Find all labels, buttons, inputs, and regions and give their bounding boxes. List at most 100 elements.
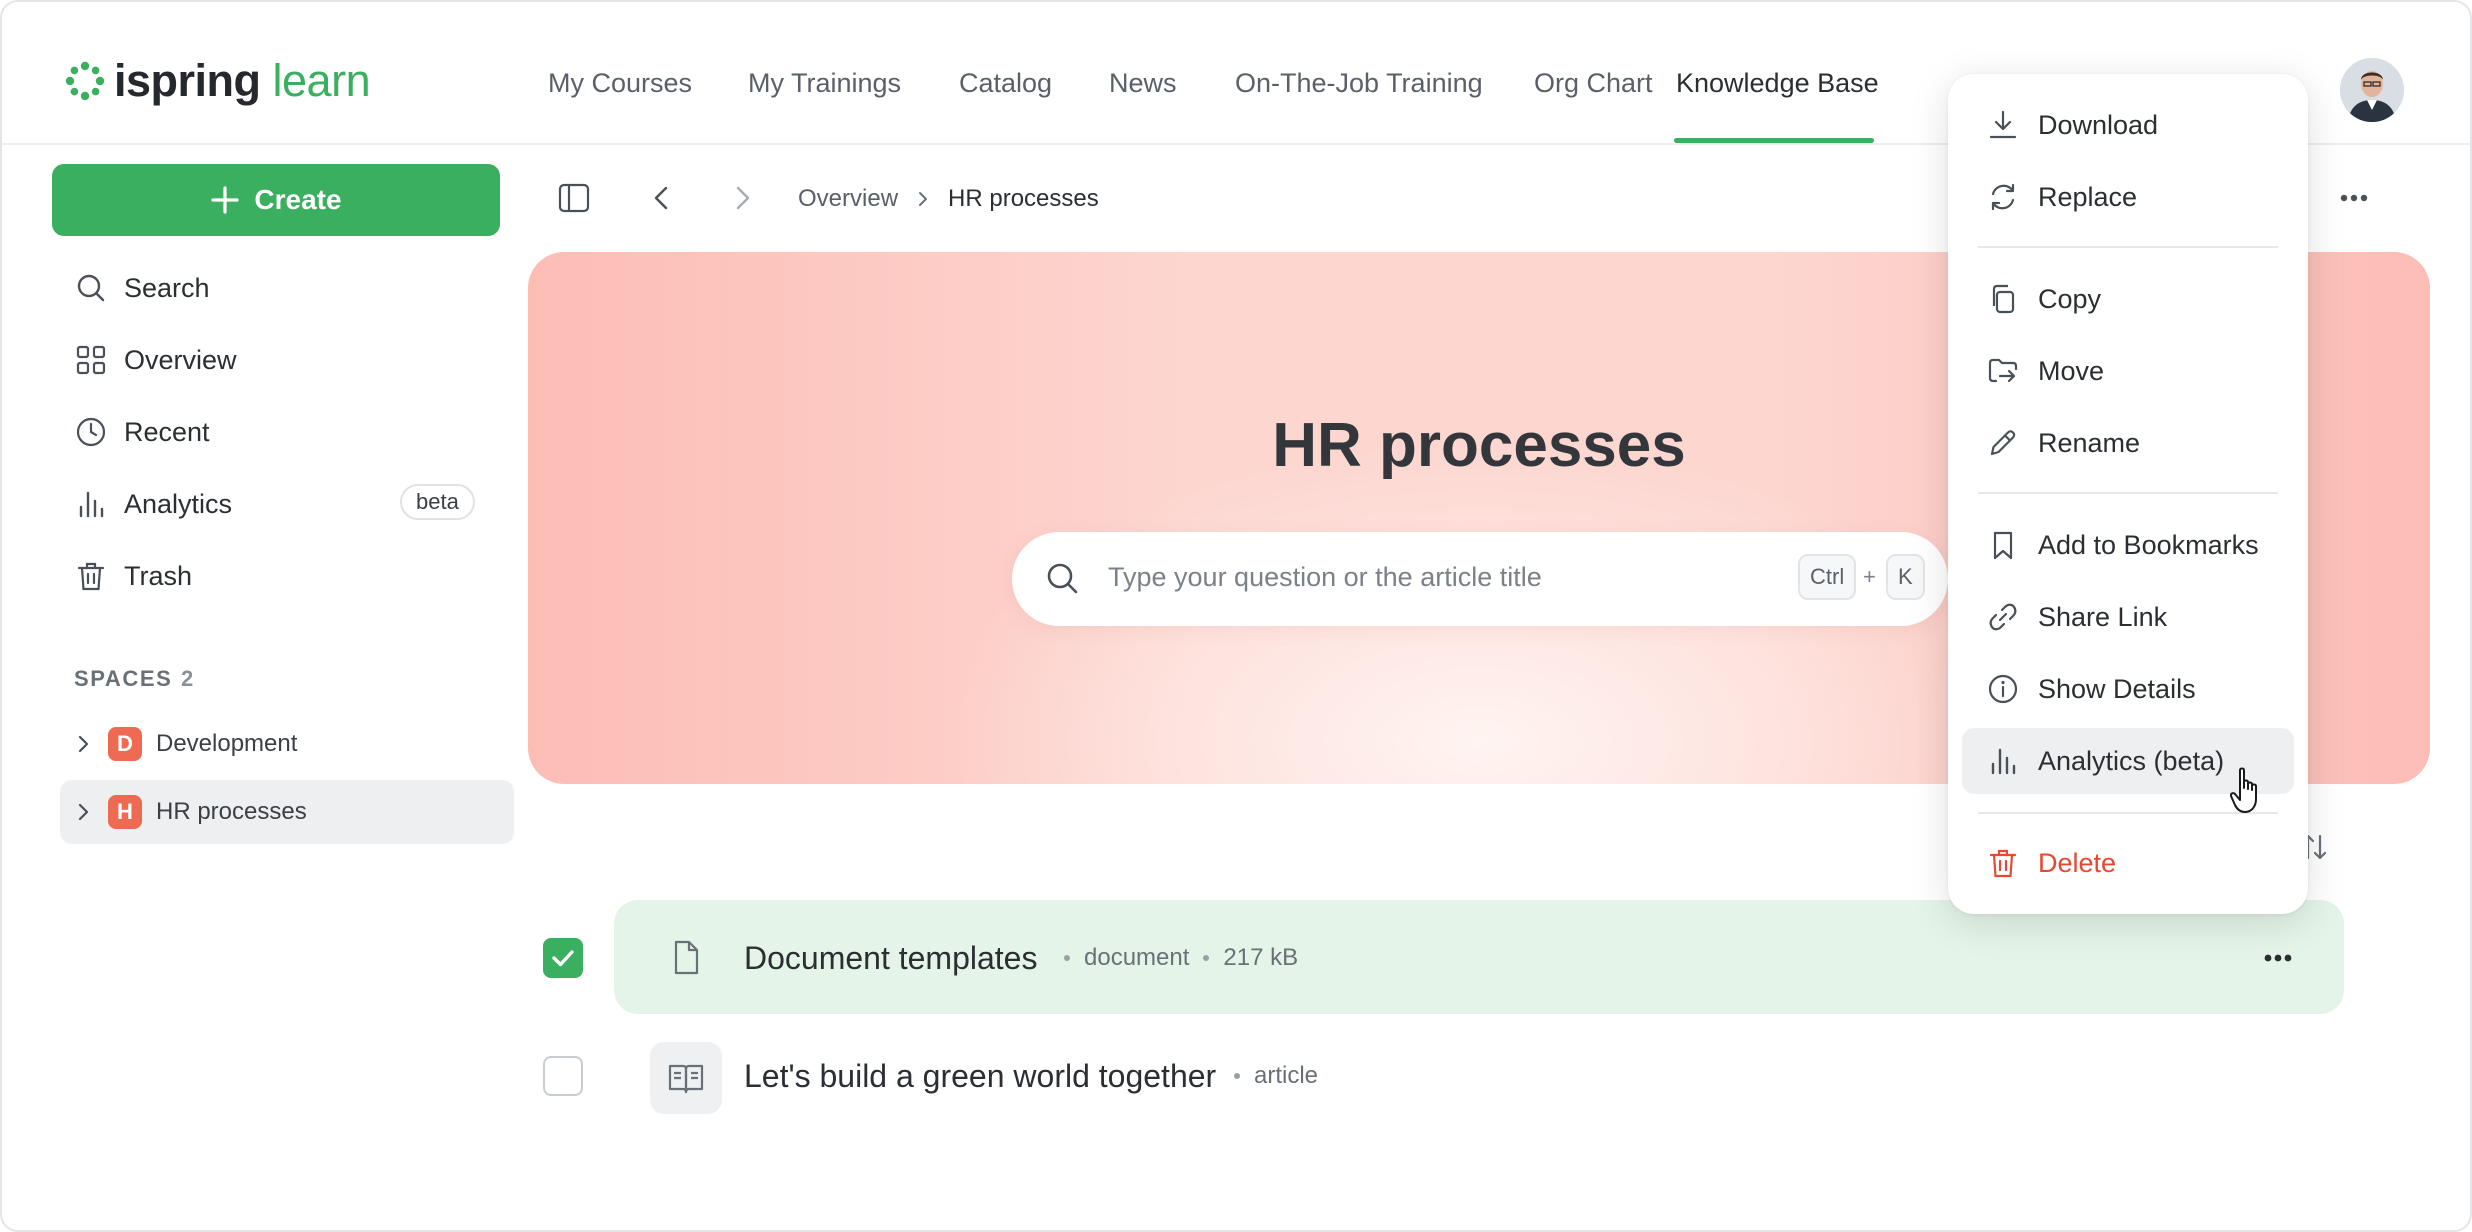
- spaces-count: 2: [181, 666, 194, 691]
- pencil-icon: [1990, 430, 2016, 456]
- breadcrumb: Overview HR processes: [798, 182, 1099, 216]
- list-item-title[interactable]: Let's build a green world together: [744, 1058, 1216, 1095]
- list-item-meta: document 217 kB: [1050, 944, 1298, 972]
- beta-badge: beta: [400, 484, 475, 520]
- item-type: document: [1084, 944, 1190, 971]
- nav-on-the-job-training[interactable]: On-The-Job Training: [1235, 68, 1483, 108]
- chevron-right-icon[interactable]: [72, 733, 94, 755]
- sidebar-item-label: Analytics: [124, 488, 233, 519]
- sidebar-item-analytics[interactable]: Analytics: [74, 482, 232, 526]
- search-input[interactable]: Type your question or the article title …: [1012, 532, 1948, 626]
- spaces-heading: SPACES: [74, 666, 173, 691]
- menu-divider: [1978, 492, 2278, 494]
- logo-icon: [65, 61, 105, 100]
- bookmark-icon: [1993, 531, 2013, 560]
- avatar[interactable]: [2340, 58, 2404, 122]
- book-icon: [668, 1064, 704, 1094]
- space-item-development[interactable]: D Development: [60, 712, 514, 776]
- back-arrow-icon[interactable]: [642, 178, 682, 218]
- toggle-sidebar-icon[interactable]: [554, 178, 594, 218]
- sidebar-item-overview[interactable]: Overview: [74, 338, 237, 382]
- menu-item-label: Copy: [2038, 283, 2102, 314]
- download-icon: [1989, 110, 2017, 139]
- separator-dot: [1203, 955, 1210, 961]
- grid-icon: [76, 345, 106, 375]
- menu-item-label: Share Link: [2038, 601, 2168, 632]
- plus-icon: [211, 186, 240, 214]
- menu-item-copy[interactable]: Copy: [1962, 266, 2294, 332]
- item-size: 217 kB: [1223, 944, 1299, 971]
- clock-icon: [76, 417, 106, 447]
- copy-icon: [1992, 284, 2015, 314]
- trash-icon: [77, 562, 105, 591]
- nav-catalog[interactable]: Catalog: [959, 68, 1052, 108]
- menu-item-replace[interactable]: Replace: [1962, 164, 2294, 230]
- create-button[interactable]: Create: [52, 164, 500, 236]
- sidebar-item-recent[interactable]: Recent: [74, 410, 210, 454]
- nav-my-trainings[interactable]: My Trainings: [748, 68, 901, 108]
- hand-pointer-cursor-icon: [2230, 767, 2257, 813]
- menu-item-label: Analytics (beta): [2038, 745, 2225, 776]
- checkmark-icon: [552, 950, 574, 967]
- info-icon: [1988, 674, 2018, 704]
- create-button-label: Create: [254, 184, 342, 215]
- nav-org-chart[interactable]: Org Chart: [1534, 68, 1653, 108]
- nav-knowledge-base[interactable]: Knowledge Base: [1676, 68, 1879, 108]
- forward-arrow-icon[interactable]: [722, 178, 762, 218]
- menu-item-label: Replace: [2038, 181, 2138, 212]
- sidebar-item-label: Recent: [124, 416, 210, 447]
- separator-dot: [1064, 955, 1070, 961]
- menu-item-label: Move: [2038, 355, 2105, 386]
- menu-item-label: Download: [2038, 109, 2159, 140]
- space-avatar: H: [108, 795, 142, 829]
- search-icon: [77, 274, 105, 302]
- nav-news[interactable]: News: [1109, 68, 1177, 108]
- chevron-right-icon: [919, 192, 928, 206]
- chevron-right-icon[interactable]: [72, 801, 94, 823]
- bar-chart-icon: [1991, 748, 2016, 775]
- breadcrumb-overview[interactable]: Overview: [798, 185, 898, 213]
- menu-item-label: Delete: [2038, 847, 2117, 878]
- menu-item-label: Show Details: [2038, 673, 2196, 704]
- active-tab-indicator: [1674, 138, 1874, 143]
- menu-item-show-details[interactable]: Show Details: [1962, 656, 2294, 722]
- menu-item-rename[interactable]: Rename: [1962, 410, 2294, 476]
- menu-item-move[interactable]: Move: [1962, 338, 2294, 404]
- trash-icon: [1989, 849, 2017, 878]
- sidebar-item-label: Overview: [124, 344, 237, 375]
- space-avatar: D: [108, 727, 142, 761]
- space-name: HR processes: [156, 798, 307, 825]
- more-options-icon[interactable]: [2332, 178, 2376, 218]
- more-options-icon[interactable]: [2256, 940, 2300, 976]
- sidebar-item-search[interactable]: Search: [74, 266, 210, 310]
- article-icon-tile: [650, 1042, 722, 1114]
- menu-item-label: Add to Bookmarks: [2038, 529, 2259, 560]
- sidebar-item-trash[interactable]: Trash: [74, 554, 192, 598]
- search-placeholder: Type your question or the article title: [1108, 562, 1542, 592]
- menu-item-download[interactable]: Download: [1962, 92, 2294, 158]
- brand-logo[interactable]: ispring learn: [64, 58, 371, 103]
- space-name: Development: [156, 730, 298, 757]
- list-item-title[interactable]: Document templates: [744, 940, 1037, 977]
- sidebar-item-label: Trash: [124, 560, 193, 591]
- item-checkbox[interactable]: [543, 1056, 583, 1096]
- list-item-meta: article: [1220, 1062, 1318, 1090]
- nav-my-courses[interactable]: My Courses: [548, 68, 692, 108]
- shortcut-key-ctrl: Ctrl: [1798, 554, 1857, 600]
- menu-item-add-to-bookmarks[interactable]: Add to Bookmarks: [1962, 512, 2294, 578]
- menu-divider: [1978, 246, 2278, 248]
- menu-item-delete[interactable]: Delete: [1962, 830, 2294, 896]
- shortcut-key-k: K: [1886, 554, 1925, 600]
- sidebar-item-label: Search: [124, 272, 210, 303]
- item-type: article: [1254, 1062, 1319, 1089]
- app-window: ispring learn My Courses My Trainings Ca…: [0, 0, 2472, 1232]
- space-item-hr-processes[interactable]: H HR processes: [60, 780, 514, 844]
- separator-dot: [1234, 1073, 1240, 1079]
- shortcut-plus: +: [1863, 564, 1876, 589]
- breadcrumb-current: HR processes: [948, 185, 1099, 212]
- search-icon: [1047, 563, 1078, 594]
- replace-icon: [1991, 183, 2015, 211]
- menu-item-share-link[interactable]: Share Link: [1962, 584, 2294, 650]
- item-checkbox-checked[interactable]: [543, 938, 583, 978]
- menu-item-label: Rename: [2038, 427, 2141, 458]
